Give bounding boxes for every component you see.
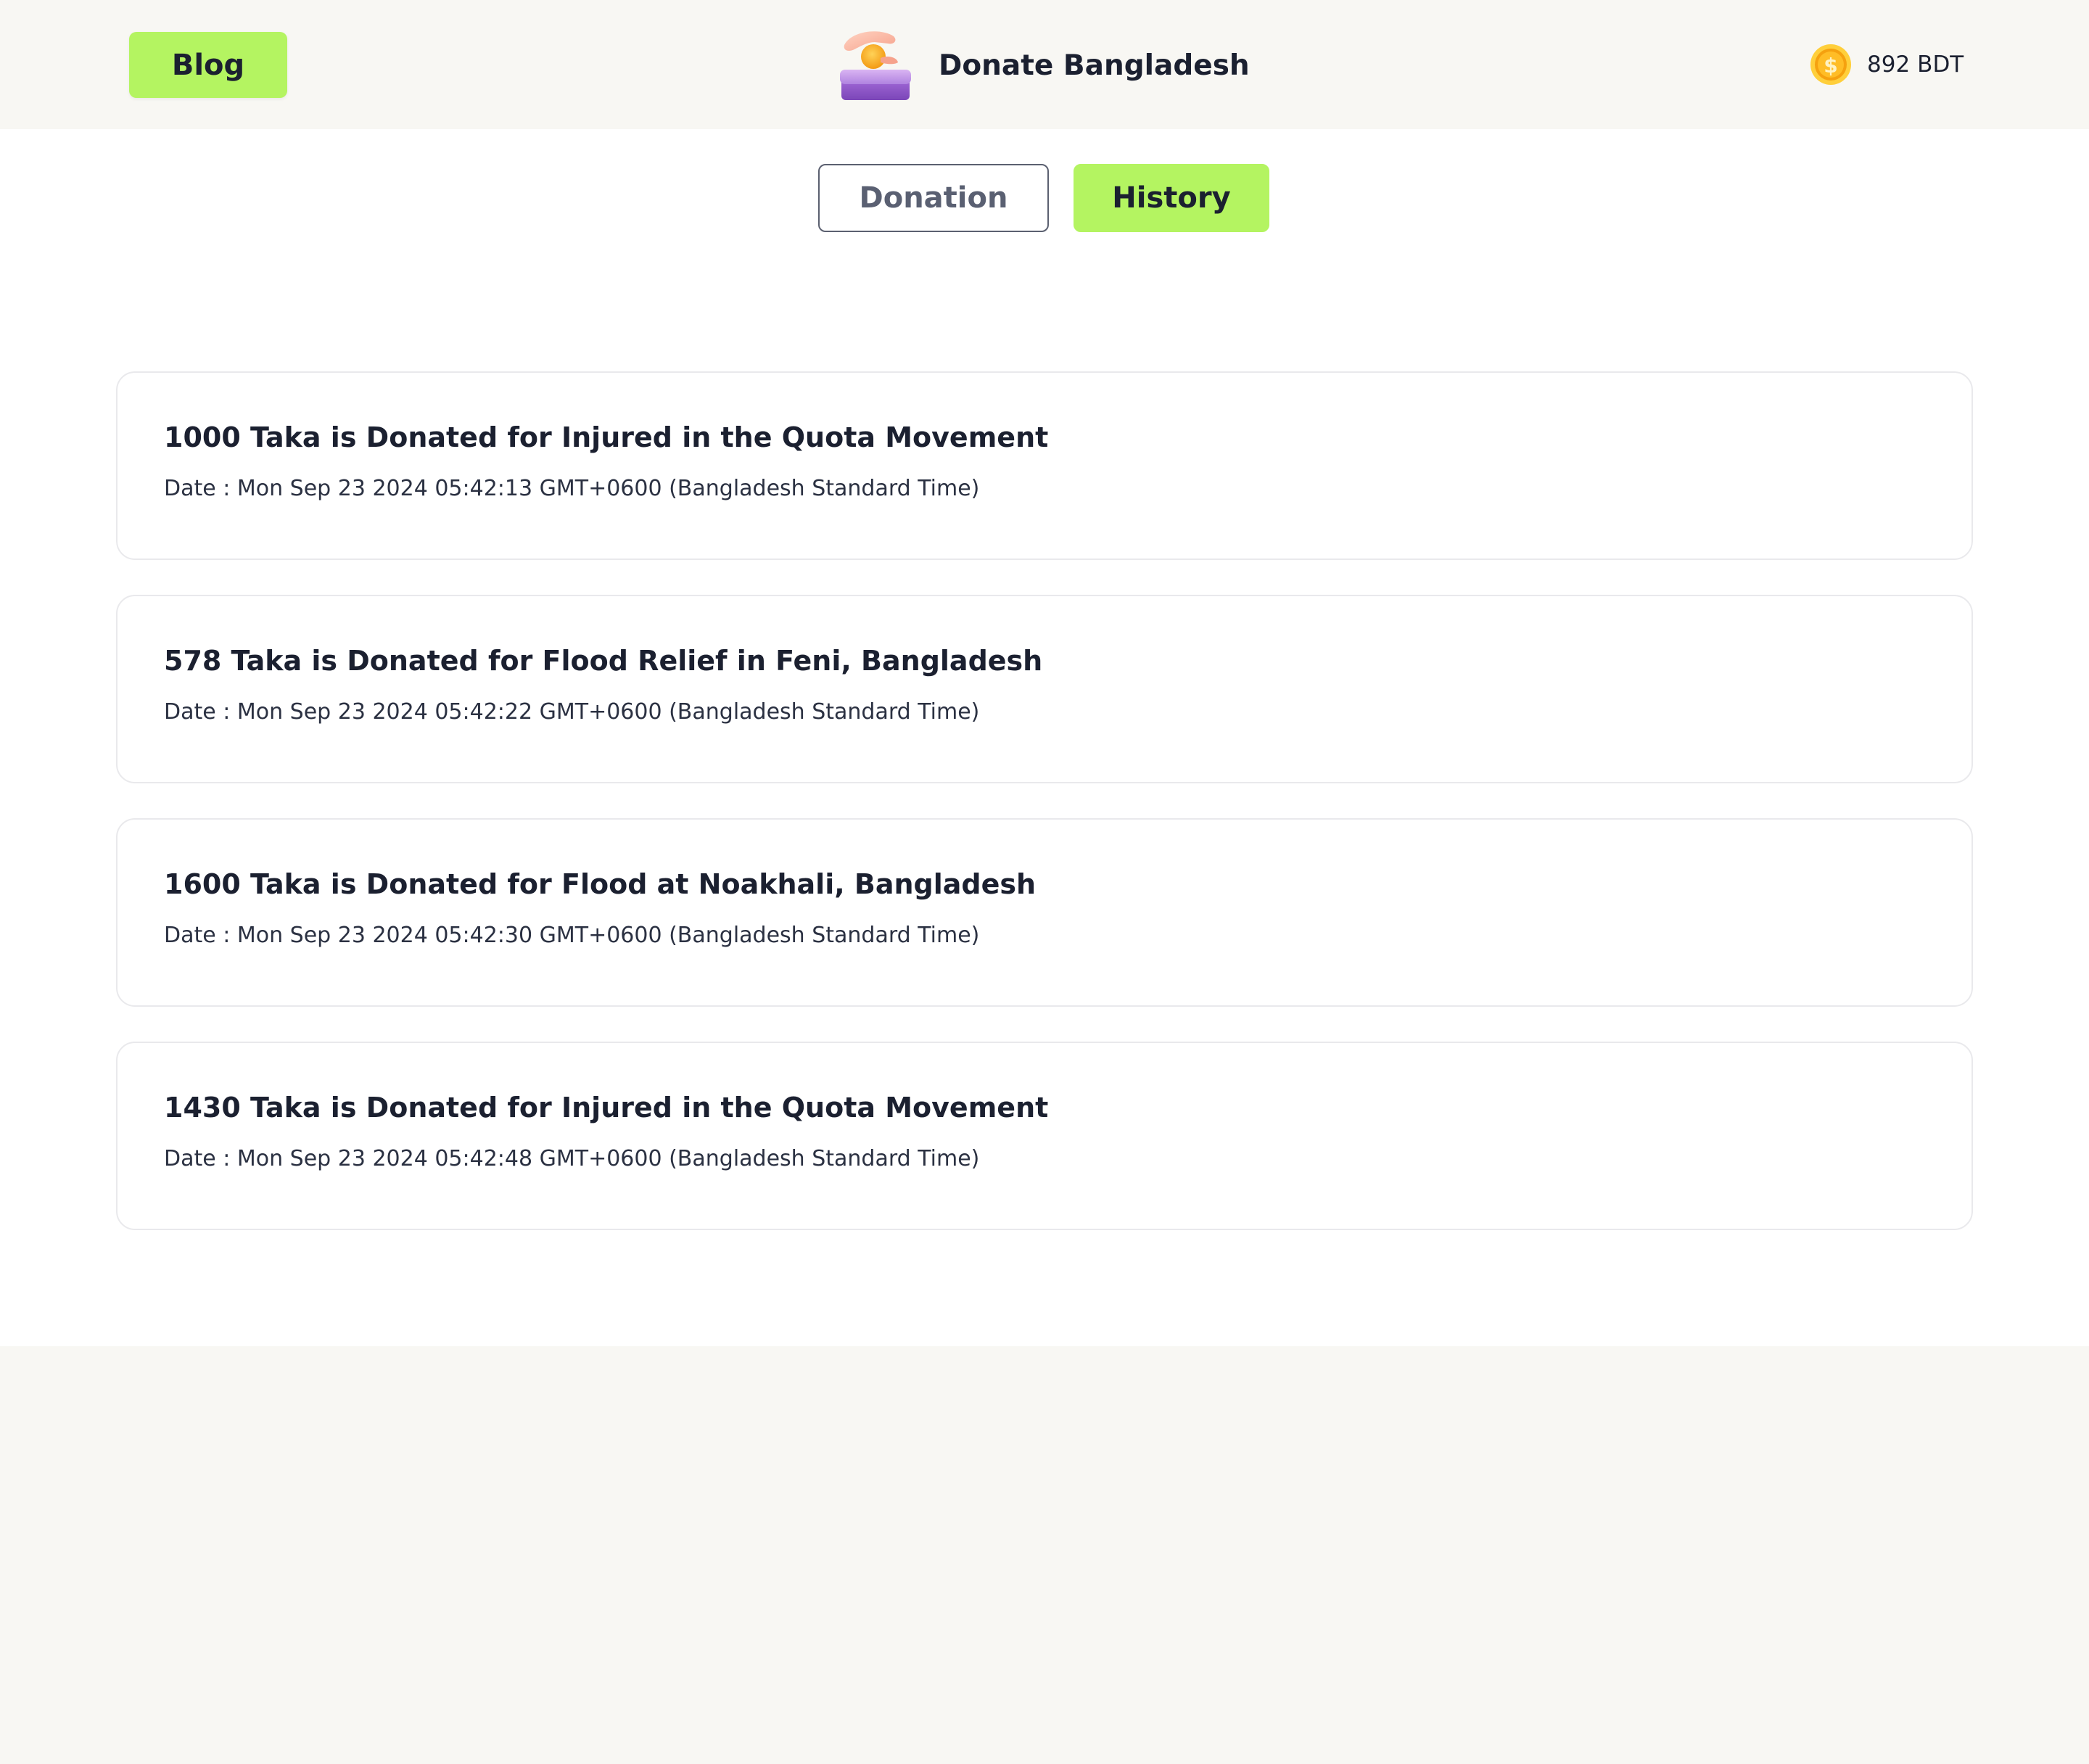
brand-title: Donate Bangladesh (939, 49, 1250, 82)
balance: $ 892 BDT (1809, 42, 1964, 87)
history-card-title: 1000 Taka is Donated for Injured in the … (164, 421, 1049, 453)
history-card-date: Date : Mon Sep 23 2024 05:42:48 GMT+0600… (164, 1146, 980, 1171)
history-card-title: 578 Taka is Donated for Flood Relief in … (164, 645, 1043, 677)
history-card-date: Date : Mon Sep 23 2024 05:42:13 GMT+0600… (164, 476, 980, 501)
history-card-date: Date : Mon Sep 23 2024 05:42:30 GMT+0600… (164, 923, 980, 948)
history-card: 1430 Taka is Donated for Injured in the … (116, 1042, 1973, 1230)
history-card: 1000 Taka is Donated for Injured in the … (116, 371, 1973, 560)
history-card-date: Date : Mon Sep 23 2024 05:42:22 GMT+0600… (164, 699, 980, 725)
history-card: 578 Taka is Donated for Flood Relief in … (116, 595, 1973, 783)
tab-donation[interactable]: Donation (818, 164, 1049, 232)
donation-hand-coin-icon (840, 31, 911, 100)
blog-button[interactable]: Blog (129, 32, 287, 98)
balance-amount: 892 (1867, 51, 1911, 78)
history-card-title: 1600 Taka is Donated for Flood at Noakha… (164, 868, 1037, 900)
coin-icon: $ (1810, 44, 1851, 85)
brand: Donate Bangladesh (839, 28, 1250, 103)
tab-history[interactable]: History (1074, 164, 1269, 232)
navbar: Blog Donate Bangladesh $ 892 BDT (0, 0, 2089, 129)
history-list: 1000 Taka is Donated for Injured in the … (116, 371, 1973, 1265)
balance-currency: BDT (1917, 51, 1964, 78)
history-card-title: 1430 Taka is Donated for Injured in the … (164, 1092, 1049, 1124)
tab-switcher: Donation History (818, 164, 1269, 232)
svg-text:$: $ (1824, 54, 1837, 78)
main-content: Donation History 1000 Taka is Donated fo… (0, 129, 2089, 1346)
history-card: 1600 Taka is Donated for Flood at Noakha… (116, 818, 1973, 1007)
